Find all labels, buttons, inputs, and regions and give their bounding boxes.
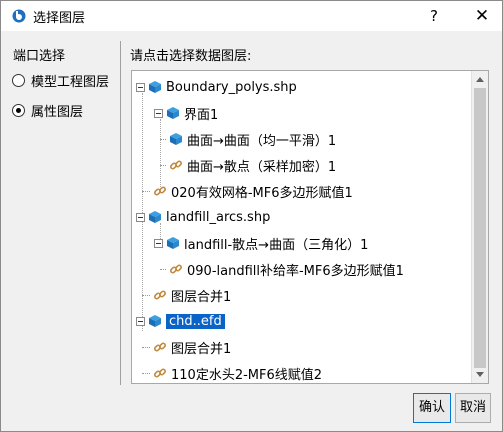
radio-button[interactable]: [12, 103, 25, 117]
tree-node[interactable]: 090-landfill补给率-MF6多边形赋值1: [160, 258, 404, 280]
title-bar: 选择图层 ? ✕: [1, 1, 502, 31]
close-button[interactable]: ✕: [463, 1, 501, 31]
tree-node[interactable]: landfill_arcs.shp: [136, 206, 270, 228]
collapse-toggle[interactable]: [154, 238, 163, 248]
tree-vertical-scrollbar[interactable]: [471, 71, 488, 383]
scroll-up-arrow-icon[interactable]: [476, 77, 484, 82]
panel-divider: [120, 41, 121, 385]
tree-node-label: 图层合并1: [171, 341, 232, 357]
tree-branch-line: [160, 164, 166, 166]
tree-node[interactable]: 曲面→曲面（均一平滑）1: [160, 128, 336, 150]
link-icon: [169, 160, 183, 170]
tree-node-label: 界面1: [184, 107, 219, 123]
tree-branch-line: [160, 268, 166, 270]
help-button[interactable]: ?: [415, 1, 453, 31]
collapse-toggle[interactable]: [154, 108, 163, 118]
tree-node-label: 090-landfill补给率-MF6多边形赋值1: [187, 263, 404, 279]
port-select-title: 端口选择: [13, 49, 66, 64]
radio-button[interactable]: [12, 73, 25, 87]
tree-node[interactable]: 曲面→散点（采样加密）1: [160, 154, 336, 176]
tree-branch-line: [142, 190, 150, 192]
collapse-toggle[interactable]: [136, 82, 145, 92]
link-icon: [153, 368, 167, 378]
tree-node[interactable]: 图层合并1: [142, 284, 231, 306]
tree-branch-line: [142, 346, 150, 348]
tree-node-selected[interactable]: chd..efd: [136, 310, 225, 332]
tree-node-label: 曲面→曲面（均一平滑）1: [187, 133, 337, 149]
layer-cube-icon: [167, 107, 179, 119]
confirm-button[interactable]: 确认: [413, 393, 451, 423]
layer-cube-icon: [170, 133, 182, 145]
layer-cube-icon: [149, 211, 161, 223]
collapse-toggle[interactable]: [136, 316, 145, 326]
scroll-down-arrow-icon[interactable]: [476, 372, 484, 377]
tree-node-label: chd..efd: [166, 313, 225, 329]
scroll-thumb[interactable]: [474, 88, 486, 368]
tree-node-label: landfill-散点→曲面（三角化）1: [184, 237, 369, 253]
layer-cube-icon: [149, 81, 161, 93]
cancel-button[interactable]: 取消: [455, 393, 491, 423]
tree-node[interactable]: landfill-散点→曲面（三角化）1: [154, 232, 368, 254]
window-title: 选择图层: [33, 11, 86, 26]
link-icon: [153, 342, 167, 352]
link-icon: [153, 290, 167, 300]
tree-branch-line: [142, 294, 150, 296]
radio-label: 属性图层: [31, 104, 84, 120]
link-icon: [153, 186, 167, 196]
tree-branch-line: [160, 138, 166, 140]
radio-model-layer[interactable]: 模型工程图层: [12, 71, 110, 90]
tree-node-label: 图层合并1: [171, 289, 232, 305]
tree-node[interactable]: 图层合并1: [142, 336, 231, 358]
layer-cube-icon: [149, 315, 161, 327]
tree-node[interactable]: 020有效网格-MF6多边形赋值1: [142, 180, 353, 202]
layer-cube-icon: [167, 237, 179, 249]
tree-node[interactable]: 110定水头2-MF6线赋值2: [142, 362, 323, 383]
select-layer-dialog: 选择图层 ? ✕ 端口选择 模型工程图层 属性图层 请点击选择数据图层: Bou…: [0, 0, 503, 432]
tree-node-label: Boundary_polys.shp: [166, 79, 297, 95]
tree-node-label: landfill_arcs.shp: [166, 209, 271, 225]
radio-attribute-layer[interactable]: 属性图层: [12, 101, 84, 120]
layer-tree[interactable]: Boundary_polys.shp 界面1 曲面→曲面（均一平滑）1 曲面→散…: [131, 70, 489, 384]
tree-node-label: 020有效网格-MF6多边形赋值1: [171, 185, 353, 201]
layer-select-title: 请点击选择数据图层:: [130, 49, 252, 64]
radio-label: 模型工程图层: [31, 74, 110, 90]
tree-node-label: 曲面→散点（采样加密）1: [187, 159, 337, 175]
collapse-toggle[interactable]: [136, 212, 145, 222]
tree-node-label: 110定水头2-MF6线赋值2: [171, 367, 323, 383]
link-icon: [169, 264, 183, 274]
tree-node[interactable]: 界面1: [154, 102, 218, 124]
tree-branch-line: [142, 372, 150, 374]
app-logo-icon: [12, 9, 26, 23]
tree-node[interactable]: Boundary_polys.shp: [136, 76, 297, 98]
